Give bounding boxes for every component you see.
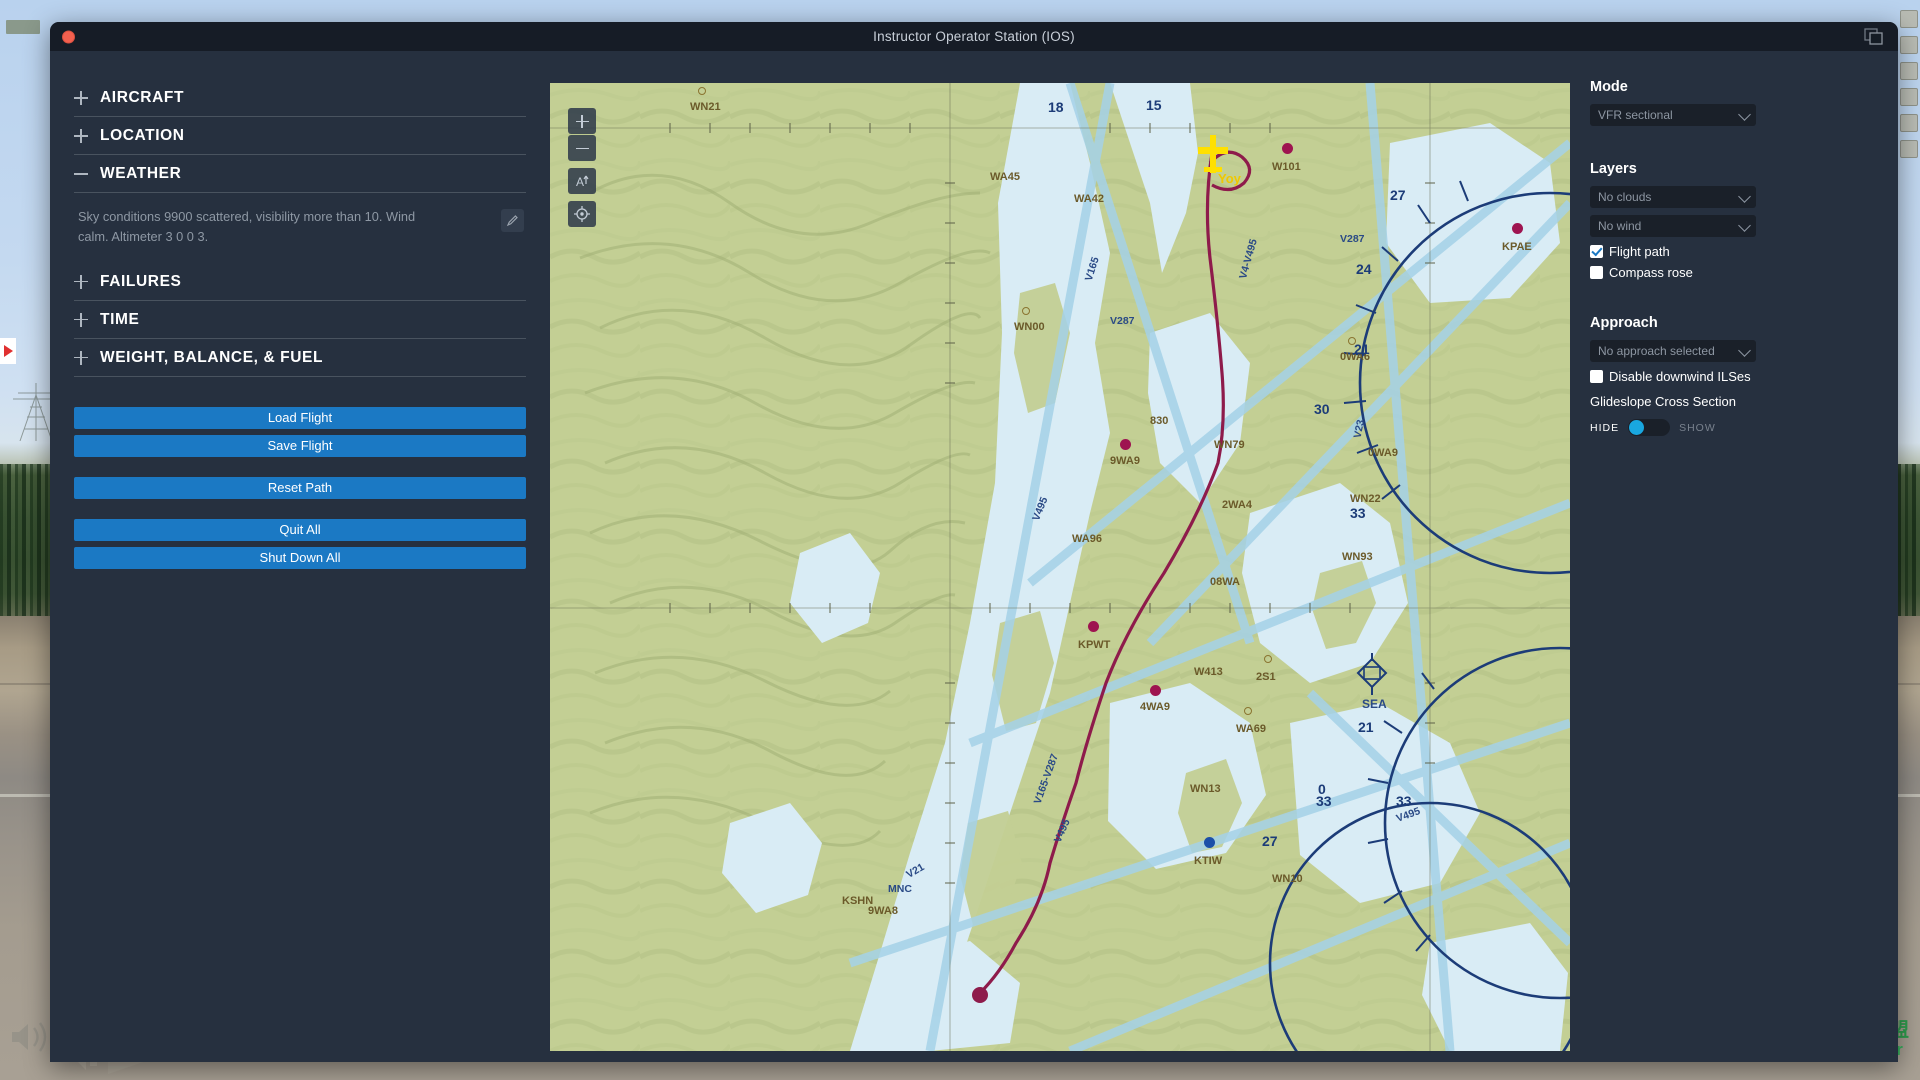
accordion-label: FAILURES bbox=[100, 272, 182, 290]
accordion-label: TIME bbox=[100, 310, 140, 328]
airport-ring-icon bbox=[1264, 655, 1272, 663]
compass-rose-label: Compass rose bbox=[1609, 265, 1693, 280]
clouds-layer-select[interactable]: No clouds bbox=[1590, 186, 1756, 208]
disable-downwind-checkbox[interactable] bbox=[1590, 370, 1603, 383]
airport-ring-icon bbox=[1244, 707, 1252, 715]
window-body: AIRCRAFT LOCATION WEATHER Sky conditions… bbox=[50, 51, 1898, 1062]
rail-icon-2[interactable] bbox=[1900, 36, 1918, 54]
accordion-location[interactable]: LOCATION bbox=[74, 117, 526, 155]
center-aircraft-button[interactable] bbox=[568, 201, 596, 227]
flight-path-checkbox-row[interactable]: Flight path bbox=[1590, 244, 1876, 259]
chevron-down-icon bbox=[1738, 344, 1751, 357]
glideslope-toggle-row: HIDE SHOW bbox=[1590, 419, 1876, 436]
glideslope-toggle[interactable] bbox=[1628, 419, 1671, 436]
wind-layer-value: No wind bbox=[1598, 219, 1642, 233]
expand-plus-icon bbox=[74, 350, 88, 365]
airport-dot-icon bbox=[1120, 439, 1131, 450]
window-title: Instructor Operator Station (IOS) bbox=[873, 29, 1075, 44]
wind-layer-select[interactable]: No wind bbox=[1590, 215, 1756, 237]
class-b-airport-icon bbox=[1356, 653, 1388, 695]
accordion-aircraft[interactable]: AIRCRAFT bbox=[74, 79, 526, 117]
airport-dot-icon bbox=[1282, 143, 1293, 154]
airport-dot-icon bbox=[1512, 223, 1523, 234]
rail-icon-5[interactable] bbox=[1900, 114, 1918, 132]
airport-dot-icon bbox=[1204, 837, 1215, 848]
airport-dot-icon bbox=[1150, 685, 1161, 696]
map-controls: A bbox=[568, 108, 596, 227]
save-flight-button[interactable]: Save Flight bbox=[74, 434, 526, 457]
airport-ring-icon bbox=[698, 87, 706, 95]
flight-path-label: Flight path bbox=[1609, 244, 1670, 259]
toggle-knob bbox=[1629, 420, 1645, 435]
accordion-label: LOCATION bbox=[100, 127, 185, 144]
north-arrow-icon: A bbox=[576, 175, 589, 189]
action-buttons: Load Flight Save Flight Reset Path Quit … bbox=[74, 406, 526, 569]
north-up-button[interactable]: A bbox=[568, 168, 596, 194]
rail-icon-3[interactable] bbox=[1900, 62, 1918, 80]
aircraft-icon bbox=[1198, 135, 1228, 173]
pencil-edit-icon bbox=[506, 215, 518, 227]
accordion-weight-balance-fuel[interactable]: WEIGHT, BALANCE, & FUEL bbox=[74, 339, 526, 377]
chevron-down-icon bbox=[1738, 108, 1751, 121]
svg-text:A: A bbox=[576, 175, 584, 189]
quit-all-button[interactable]: Quit All bbox=[74, 518, 526, 541]
window-titlebar[interactable]: Instructor Operator Station (IOS) bbox=[50, 22, 1898, 51]
play-bookmark-icon[interactable] bbox=[0, 338, 16, 364]
ios-window: Instructor Operator Station (IOS) AIRCRA… bbox=[50, 22, 1898, 1062]
airport-dot-icon bbox=[1088, 621, 1099, 632]
rail-icon-4[interactable] bbox=[1900, 88, 1918, 106]
desktop-right-rail bbox=[1898, 0, 1920, 1080]
map-canvas bbox=[550, 83, 1570, 1051]
crosshair-target-icon bbox=[574, 206, 590, 222]
restore-window-icon[interactable] bbox=[1864, 27, 1884, 46]
close-icon[interactable] bbox=[62, 30, 75, 43]
left-panel: AIRCRAFT LOCATION WEATHER Sky conditions… bbox=[50, 51, 550, 1062]
speaker-mute-icon bbox=[12, 1022, 47, 1052]
chevron-down-icon bbox=[1738, 219, 1751, 232]
shut-down-all-button[interactable]: Shut Down All bbox=[74, 546, 526, 569]
rail-icon-1[interactable] bbox=[1900, 10, 1918, 28]
accordion-time[interactable]: TIME bbox=[74, 301, 526, 339]
mode-heading: Mode bbox=[1590, 79, 1628, 95]
mode-select[interactable]: VFR sectional bbox=[1590, 104, 1756, 126]
weather-section-body: Sky conditions 9900 scattered, visibilit… bbox=[74, 193, 526, 263]
layers-heading: Layers bbox=[1590, 161, 1637, 177]
right-panel: Mode VFR sectional Layers No clouds No w… bbox=[1570, 51, 1898, 1062]
mode-select-value: VFR sectional bbox=[1598, 108, 1673, 122]
weather-summary-text: Sky conditions 9900 scattered, visibilit… bbox=[78, 209, 416, 244]
accordion-label: WEATHER bbox=[100, 165, 182, 182]
expand-plus-icon bbox=[74, 312, 88, 327]
expand-plus-icon bbox=[74, 274, 88, 289]
glideslope-heading: Glideslope Cross Section bbox=[1590, 394, 1736, 409]
rail-icon-6[interactable] bbox=[1900, 140, 1918, 158]
weather-edit-button[interactable] bbox=[501, 209, 524, 232]
zoom-in-button[interactable] bbox=[568, 108, 596, 134]
approach-heading: Approach bbox=[1590, 315, 1658, 331]
compass-rose-checkbox-row[interactable]: Compass rose bbox=[1590, 265, 1876, 280]
accordion-label: AIRCRAFT bbox=[100, 89, 185, 106]
accordion-label: WEIGHT, BALANCE, & FUEL bbox=[100, 348, 324, 366]
disable-downwind-checkbox-row[interactable]: Disable downwind ILSes bbox=[1590, 369, 1876, 384]
accordion-weather[interactable]: WEATHER bbox=[74, 155, 526, 193]
reset-path-button[interactable]: Reset Path bbox=[74, 476, 526, 499]
zoom-out-button[interactable] bbox=[568, 135, 596, 161]
airport-ring-icon bbox=[1022, 307, 1030, 315]
collapse-minus-icon bbox=[74, 167, 88, 181]
load-flight-button[interactable]: Load Flight bbox=[74, 406, 526, 429]
toggle-hide-label: HIDE bbox=[1590, 421, 1620, 434]
flight-path-checkbox[interactable] bbox=[1590, 245, 1603, 258]
toggle-show-label: SHOW bbox=[1679, 421, 1716, 434]
accordion-failures[interactable]: FAILURES bbox=[74, 263, 526, 301]
expand-plus-icon bbox=[74, 129, 88, 143]
desktop-tag bbox=[6, 20, 40, 34]
airport-ring-icon bbox=[1348, 337, 1356, 345]
disable-downwind-label: Disable downwind ILSes bbox=[1609, 369, 1751, 384]
approach-select[interactable]: No approach selected bbox=[1590, 340, 1756, 362]
clouds-layer-value: No clouds bbox=[1598, 190, 1652, 204]
approach-select-value: No approach selected bbox=[1598, 344, 1715, 358]
compass-rose-checkbox[interactable] bbox=[1590, 266, 1603, 279]
expand-plus-icon bbox=[74, 91, 88, 105]
chevron-down-icon bbox=[1738, 190, 1751, 203]
sectional-map[interactable]: Yoy A WN21 WA45 WA42 W101 KPAE WN00 0WA6… bbox=[550, 83, 1570, 1051]
